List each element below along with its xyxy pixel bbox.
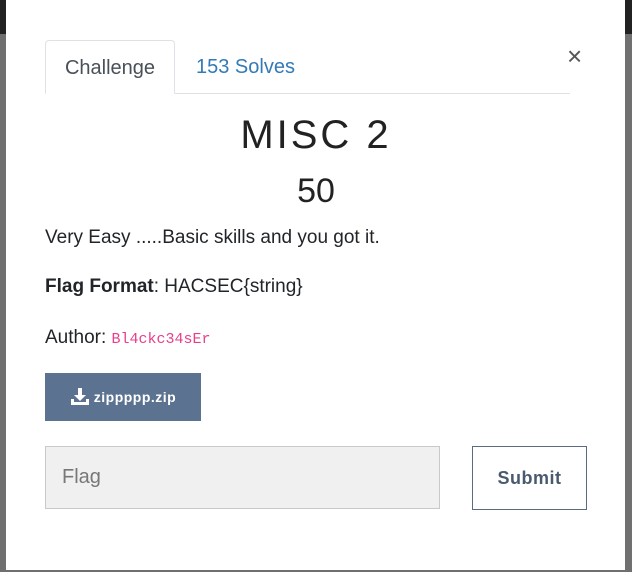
download-file-label: zippppp.zip — [93, 389, 177, 405]
tab-challenge[interactable]: Challenge — [45, 40, 175, 94]
flag-format-line: Flag Format: HACSEC{string} — [45, 276, 303, 298]
author-line: Author: Bl4ckc34sEr — [45, 327, 211, 349]
backdrop-left-edge — [0, 0, 6, 572]
author-name: Bl4ckc34sEr — [111, 331, 211, 348]
challenge-modal: Challenge 153 Solves × MISC 2 50 Very Ea… — [0, 0, 632, 572]
author-label: Author: — [45, 327, 112, 348]
backdrop-right-edge — [625, 0, 632, 572]
flag-format-value: : HACSEC{string} — [153, 276, 303, 297]
submit-button[interactable]: Submit — [472, 446, 587, 510]
tab-solves[interactable]: 153 Solves — [196, 40, 295, 92]
download-icon — [70, 388, 90, 406]
flag-format-label: Flag Format — [45, 276, 154, 297]
challenge-title: MISC 2 — [240, 113, 392, 157]
download-file-button[interactable]: zippppp.zip — [45, 373, 201, 421]
flag-input[interactable] — [45, 446, 440, 509]
modal-tabs: Challenge 153 Solves — [45, 40, 570, 94]
challenge-description: Very Easy .....Basic skills and you got … — [45, 227, 380, 248]
close-icon[interactable]: × — [567, 42, 582, 70]
challenge-value: 50 — [297, 172, 335, 210]
